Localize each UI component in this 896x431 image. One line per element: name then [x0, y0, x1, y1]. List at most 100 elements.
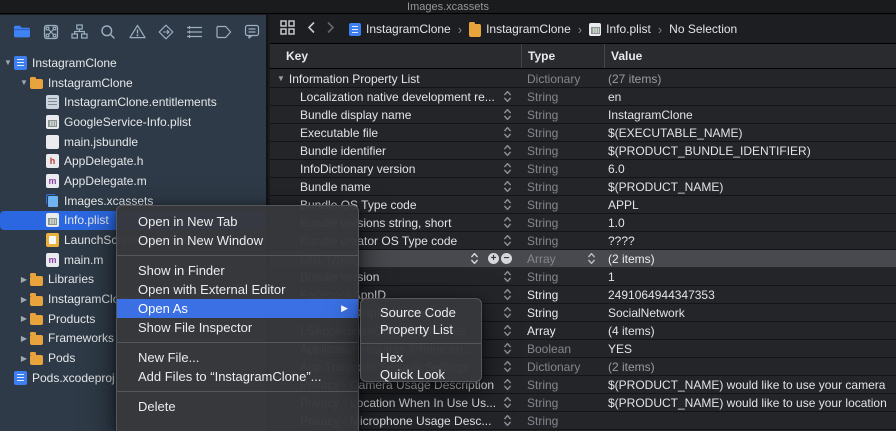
value-cell[interactable]: $(PRODUCT_NAME) would like to use your c…: [604, 376, 896, 393]
disclosure-triangle-icon[interactable]: ▶: [18, 295, 30, 304]
key-cell[interactable]: Bundle display name: [270, 106, 521, 123]
disclosure-triangle-icon[interactable]: ▼: [18, 78, 30, 87]
column-header-value[interactable]: Value: [604, 44, 896, 68]
add-item-button[interactable]: +: [488, 253, 499, 264]
key-cell[interactable]: Bundle identifier: [270, 142, 521, 159]
value-cell[interactable]: [604, 412, 896, 429]
type-cell[interactable]: Dictionary: [521, 70, 604, 87]
table-row[interactable]: Bundle nameString$(PRODUCT_NAME): [270, 178, 896, 196]
table-row[interactable]: Privacy - Microphone Usage Desc...String: [270, 412, 896, 430]
type-cell[interactable]: String: [521, 214, 604, 231]
key-stepper-icon[interactable]: [470, 252, 479, 265]
table-row[interactable]: Bundle versions string, shortString1.0: [270, 214, 896, 232]
type-cell[interactable]: String: [521, 196, 604, 213]
value-cell[interactable]: $(PRODUCT_BUNDLE_IDENTIFIER): [604, 142, 896, 159]
table-row[interactable]: Privacy - Location When In Use Us...Stri…: [270, 394, 896, 412]
menu-item-open-with-external-editor[interactable]: Open with External Editor: [117, 280, 358, 299]
key-cell[interactable]: ▼Information Property List: [270, 70, 521, 87]
test-navigator-icon[interactable]: [151, 23, 180, 41]
disclosure-triangle-icon[interactable]: ▶: [18, 275, 30, 284]
type-cell[interactable]: String: [521, 412, 604, 429]
key-stepper-icon[interactable]: [503, 216, 512, 229]
sidebar-item-googleservice-info-plist[interactable]: GoogleService-Info.plist: [0, 112, 266, 132]
sidebar-item-instagramclone-entitlements[interactable]: InstagramClone.entitlements: [0, 92, 266, 112]
back-chevron-icon[interactable]: [307, 21, 316, 37]
table-row[interactable]: Bundle creator OS Type codeString????: [270, 232, 896, 250]
value-cell[interactable]: 2491064944347353: [604, 286, 896, 303]
column-header-key[interactable]: Key: [270, 44, 521, 68]
key-stepper-icon[interactable]: [503, 108, 512, 121]
value-cell[interactable]: (4 items): [604, 322, 896, 339]
breadcrumb-segment[interactable]: No Selection: [669, 22, 737, 36]
key-stepper-icon[interactable]: [503, 162, 512, 175]
menu-item-open-in-new-tab[interactable]: Open in New Tab: [117, 212, 358, 231]
key-cell[interactable]: Localization native development re...: [270, 88, 521, 105]
menu-item-open-as[interactable]: Open As▶: [117, 299, 358, 318]
menu-item-delete[interactable]: Delete: [117, 397, 358, 416]
type-stepper-icon[interactable]: [587, 252, 596, 265]
type-cell[interactable]: String: [521, 124, 604, 141]
type-cell[interactable]: String: [521, 106, 604, 123]
key-stepper-icon[interactable]: [503, 324, 512, 337]
debug-navigator-icon[interactable]: [180, 23, 209, 41]
table-row[interactable]: Bundle versionString1: [270, 268, 896, 286]
table-row[interactable]: Bundle OS Type codeStringAPPL: [270, 196, 896, 214]
type-cell[interactable]: String: [521, 286, 604, 303]
remove-item-button[interactable]: −: [501, 253, 512, 264]
type-cell[interactable]: Array: [521, 322, 604, 339]
value-cell[interactable]: 1: [604, 268, 896, 285]
type-cell[interactable]: String: [521, 142, 604, 159]
sidebar-item-appdelegate-h[interactable]: AppDelegate.h: [0, 151, 266, 171]
type-cell[interactable]: String: [521, 232, 604, 249]
menu-item-property-list[interactable]: Property List: [361, 321, 481, 338]
type-cell[interactable]: String: [521, 268, 604, 285]
key-stepper-icon[interactable]: [503, 144, 512, 157]
table-row[interactable]: Localization native development re...Str…: [270, 88, 896, 106]
key-stepper-icon[interactable]: [503, 360, 512, 373]
menu-item-new-file-[interactable]: New File...: [117, 348, 358, 367]
menu-item-hex[interactable]: Hex: [361, 349, 481, 366]
value-cell[interactable]: APPL: [604, 196, 896, 213]
type-cell[interactable]: String: [521, 160, 604, 177]
value-cell[interactable]: ????: [604, 232, 896, 249]
source-control-navigator-icon[interactable]: [37, 23, 66, 41]
table-row[interactable]: Bundle identifierString$(PRODUCT_BUNDLE_…: [270, 142, 896, 160]
table-row[interactable]: URL types+−Array(2 items): [270, 250, 896, 268]
value-cell[interactable]: $(EXECUTABLE_NAME): [604, 124, 896, 141]
sidebar-item-instagramclone[interactable]: ▼InstagramClone: [0, 53, 266, 73]
value-cell[interactable]: 6.0: [604, 160, 896, 177]
breadcrumb-segment[interactable]: Info.plist: [606, 22, 651, 36]
table-row[interactable]: ▼Information Property ListDictionary(27 …: [270, 70, 896, 88]
menu-item-add-files-to-instagramclone-[interactable]: Add Files to “InstagramClone”...: [117, 367, 358, 386]
type-cell[interactable]: String: [521, 394, 604, 411]
type-cell[interactable]: Array: [521, 250, 604, 267]
table-row[interactable]: Bundle display nameStringInstagramClone: [270, 106, 896, 124]
table-row[interactable]: Executable fileString$(EXECUTABLE_NAME): [270, 124, 896, 142]
menu-item-show-file-inspector[interactable]: Show File Inspector: [117, 318, 358, 337]
sidebar-item-instagramclone[interactable]: ▼InstagramClone: [0, 73, 266, 93]
key-stepper-icon[interactable]: [503, 234, 512, 247]
key-stepper-icon[interactable]: [503, 378, 512, 391]
disclosure-triangle-icon[interactable]: ▶: [18, 314, 30, 323]
key-cell[interactable]: Bundle name: [270, 178, 521, 195]
sidebar-item-main-jsbundle[interactable]: main.jsbundle: [0, 132, 266, 152]
value-cell[interactable]: SocialNetwork: [604, 304, 896, 321]
value-cell[interactable]: (27 items): [604, 70, 896, 87]
key-cell[interactable]: InfoDictionary version: [270, 160, 521, 177]
value-cell[interactable]: (2 items): [604, 250, 896, 267]
type-cell[interactable]: String: [521, 304, 604, 321]
key-stepper-icon[interactable]: [503, 414, 512, 427]
type-cell[interactable]: String: [521, 88, 604, 105]
symbol-navigator-icon[interactable]: [65, 23, 94, 41]
key-stepper-icon[interactable]: [503, 270, 512, 283]
value-cell[interactable]: YES: [604, 340, 896, 357]
key-stepper-icon[interactable]: [503, 288, 512, 301]
key-stepper-icon[interactable]: [503, 342, 512, 355]
menu-item-show-in-finder[interactable]: Show in Finder: [117, 261, 358, 280]
type-cell[interactable]: Dictionary: [521, 358, 604, 375]
key-stepper-icon[interactable]: [503, 306, 512, 319]
column-header-type[interactable]: Type: [521, 44, 604, 68]
disclosure-triangle-icon[interactable]: ▼: [2, 58, 14, 67]
key-stepper-icon[interactable]: [503, 198, 512, 211]
value-cell[interactable]: (2 items): [604, 358, 896, 375]
